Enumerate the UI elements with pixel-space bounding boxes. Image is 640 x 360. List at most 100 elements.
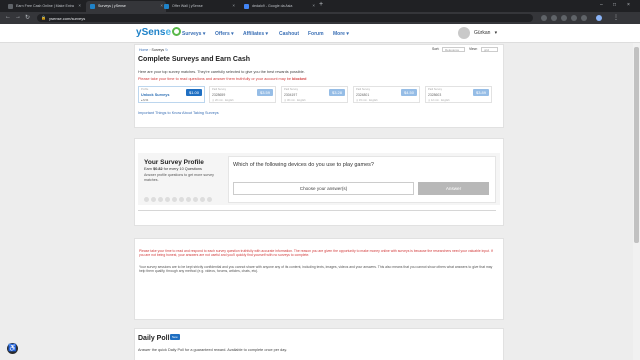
chevron-down-icon: ▾ bbox=[202, 31, 206, 37]
browser-tab[interactable]: Offer Wall | ySense × bbox=[160, 1, 238, 12]
view-select[interactable]: grid bbox=[481, 47, 498, 52]
survey-price-button[interactable]: $3.59 bbox=[257, 89, 273, 96]
survey-tag: Paid Survey bbox=[212, 88, 226, 91]
survey-price-button[interactable]: $1.00 bbox=[186, 89, 202, 96]
browser-tab[interactable]: Earn Free Cash Online | Make Extra × bbox=[4, 1, 84, 12]
url-text: ysense.com/surveys bbox=[49, 16, 86, 21]
progress-dot bbox=[186, 197, 191, 202]
nav-surveys[interactable]: Surveys ▾ bbox=[182, 31, 205, 37]
survey-id: 2328603 bbox=[428, 93, 442, 97]
forward-icon[interactable]: → bbox=[15, 14, 21, 20]
progress-dot bbox=[158, 197, 163, 202]
chevron-down-icon: ▾ bbox=[231, 31, 234, 37]
survey-tag: Profile bbox=[141, 88, 149, 91]
confidentiality-notice: Your survey sessions are to be kept stri… bbox=[139, 265, 493, 274]
nav-label: Affiliates bbox=[243, 31, 265, 37]
minimize-icon[interactable]: – bbox=[600, 2, 603, 8]
scrollbar[interactable] bbox=[633, 43, 640, 360]
extension-icon[interactable] bbox=[541, 15, 547, 21]
survey-tag: Paid Survey bbox=[428, 88, 442, 91]
survey-profile-panel: Your Survey Profile Earn $0.82 for every… bbox=[138, 153, 500, 205]
logo-ring-icon bbox=[172, 27, 182, 36]
sort-select[interactable]: Relevance bbox=[442, 47, 465, 52]
reload-icon[interactable]: ↻ bbox=[25, 14, 30, 21]
survey-id: 2328659 bbox=[212, 93, 226, 97]
favicon-icon bbox=[244, 4, 249, 9]
tab-title: Surveys | ySense bbox=[98, 4, 126, 8]
important-things-link[interactable]: Important Things to Know About Taking Su… bbox=[138, 111, 219, 115]
browser-tab[interactable]: dedalo9 - Google da Asia × bbox=[240, 1, 318, 12]
survey-meta: ◷ 30 min · English bbox=[284, 99, 306, 102]
survey-tag: Paid Survey bbox=[284, 88, 298, 91]
new-tab-button[interactable]: + bbox=[319, 1, 323, 8]
window-close-icon[interactable]: × bbox=[627, 2, 630, 8]
survey-tile-profile[interactable]: Profile Unlock Surveys ● $.54 $1.00 bbox=[138, 86, 205, 103]
close-tab-icon[interactable]: × bbox=[312, 3, 315, 8]
survey-tile[interactable]: Paid Survey 2328659 ◷ 20 min · English $… bbox=[209, 86, 276, 103]
survey-meta: ◷ 12 min · English bbox=[428, 99, 450, 102]
nav-affiliates[interactable]: Affiliates ▾ bbox=[243, 31, 268, 37]
honesty-notice: Please take your time to read and respon… bbox=[139, 249, 493, 258]
survey-tile[interactable]: Paid Survey 2304197 ◷ 30 min · English $… bbox=[281, 86, 348, 103]
nav-cashout[interactable]: Cashout bbox=[279, 31, 299, 37]
survey-tile[interactable]: Paid Survey 2328603 ◷ 12 min · English $… bbox=[425, 86, 492, 103]
answer-select[interactable]: Choose your answer(s) bbox=[233, 182, 414, 195]
logo-sens: Sens bbox=[141, 27, 166, 38]
earn-prefix: Earn bbox=[144, 167, 153, 171]
browser-tab-active[interactable]: Surveys | ySense × bbox=[86, 1, 166, 12]
new-badge: New bbox=[170, 334, 180, 340]
poll-title: Daily Poll bbox=[138, 335, 170, 342]
scrollbar-thumb[interactable] bbox=[634, 47, 639, 243]
nav-label: Surveys bbox=[182, 31, 202, 37]
profile-description: Answer profile questions to get more sur… bbox=[144, 173, 214, 182]
site-header: ySense Surveys ▾ Offers ▾ Affiliates ▾ C… bbox=[0, 24, 640, 43]
user-menu[interactable]: Gürkan ▾ bbox=[474, 30, 497, 36]
survey-price-button[interactable]: $3.89 bbox=[473, 89, 489, 96]
progress-dot bbox=[144, 197, 149, 202]
close-tab-icon[interactable]: × bbox=[78, 3, 81, 8]
nav-forum[interactable]: Forum bbox=[308, 31, 324, 37]
extension-icon[interactable] bbox=[581, 15, 587, 21]
chevron-down-icon: ▾ bbox=[265, 31, 269, 37]
progress-dot bbox=[200, 197, 205, 202]
survey-meta: ◷ 15 min · English bbox=[356, 99, 378, 102]
progress-dots bbox=[144, 189, 214, 207]
extension-icon[interactable] bbox=[571, 15, 577, 21]
avatar[interactable] bbox=[458, 27, 470, 39]
profile-title: Your Survey Profile bbox=[144, 159, 204, 166]
browser-toolbar: ← → ↻ 🔒 ysense.com/surveys ⋮ bbox=[0, 12, 640, 24]
answer-button[interactable]: Answer bbox=[418, 182, 489, 195]
survey-price-button[interactable]: $4.50 bbox=[401, 89, 417, 96]
chevron-down-icon: ▾ bbox=[346, 31, 349, 37]
nav-label: More bbox=[333, 31, 345, 37]
earn-suffix: for every 10 Questions bbox=[163, 167, 202, 171]
nav-offers[interactable]: Offers ▾ bbox=[215, 31, 234, 37]
warning-text: Please take your time to read questions … bbox=[138, 77, 306, 81]
tab-title: Earn Free Cash Online | Make Extra bbox=[16, 4, 74, 8]
menu-kebab-icon[interactable]: ⋮ bbox=[613, 14, 619, 21]
favicon-icon bbox=[164, 4, 169, 9]
accessibility-icon[interactable]: ♿ bbox=[7, 343, 18, 354]
extension-icon[interactable] bbox=[561, 15, 567, 21]
profile-question: Which of the following devices do you us… bbox=[233, 162, 374, 168]
nav-more[interactable]: More ▾ bbox=[333, 31, 349, 37]
ysense-logo[interactable]: ySense bbox=[136, 27, 182, 38]
extension-icon[interactable] bbox=[551, 15, 557, 21]
nav-label: Cashout bbox=[279, 31, 299, 37]
page-title: Complete Surveys and Earn Cash bbox=[138, 56, 251, 63]
poll-subtitle: Answer the quick Daily Poll for a guaran… bbox=[138, 348, 288, 352]
breadcrumb-current: Surveys bbox=[151, 48, 165, 52]
survey-tile[interactable]: Paid Survey 2324801 ◷ 15 min · English $… bbox=[353, 86, 420, 103]
browser-tab-bar: Earn Free Cash Online | Make Extra × Sur… bbox=[0, 0, 640, 12]
back-icon[interactable]: ← bbox=[5, 14, 11, 20]
profile-avatar-icon[interactable] bbox=[596, 15, 602, 21]
warning-bold: blocked bbox=[292, 77, 307, 81]
survey-id: Unlock Surveys bbox=[141, 93, 170, 97]
close-tab-icon[interactable]: × bbox=[232, 3, 235, 8]
refresh-icon[interactable]: ↻ bbox=[165, 48, 168, 52]
favicon-icon bbox=[8, 4, 13, 9]
survey-price-button[interactable]: $3.28 bbox=[329, 89, 345, 96]
maximize-icon[interactable]: □ bbox=[613, 2, 616, 8]
address-bar[interactable]: 🔒 ysense.com/surveys bbox=[37, 14, 533, 22]
breadcrumb-home[interactable]: Home bbox=[139, 48, 148, 52]
